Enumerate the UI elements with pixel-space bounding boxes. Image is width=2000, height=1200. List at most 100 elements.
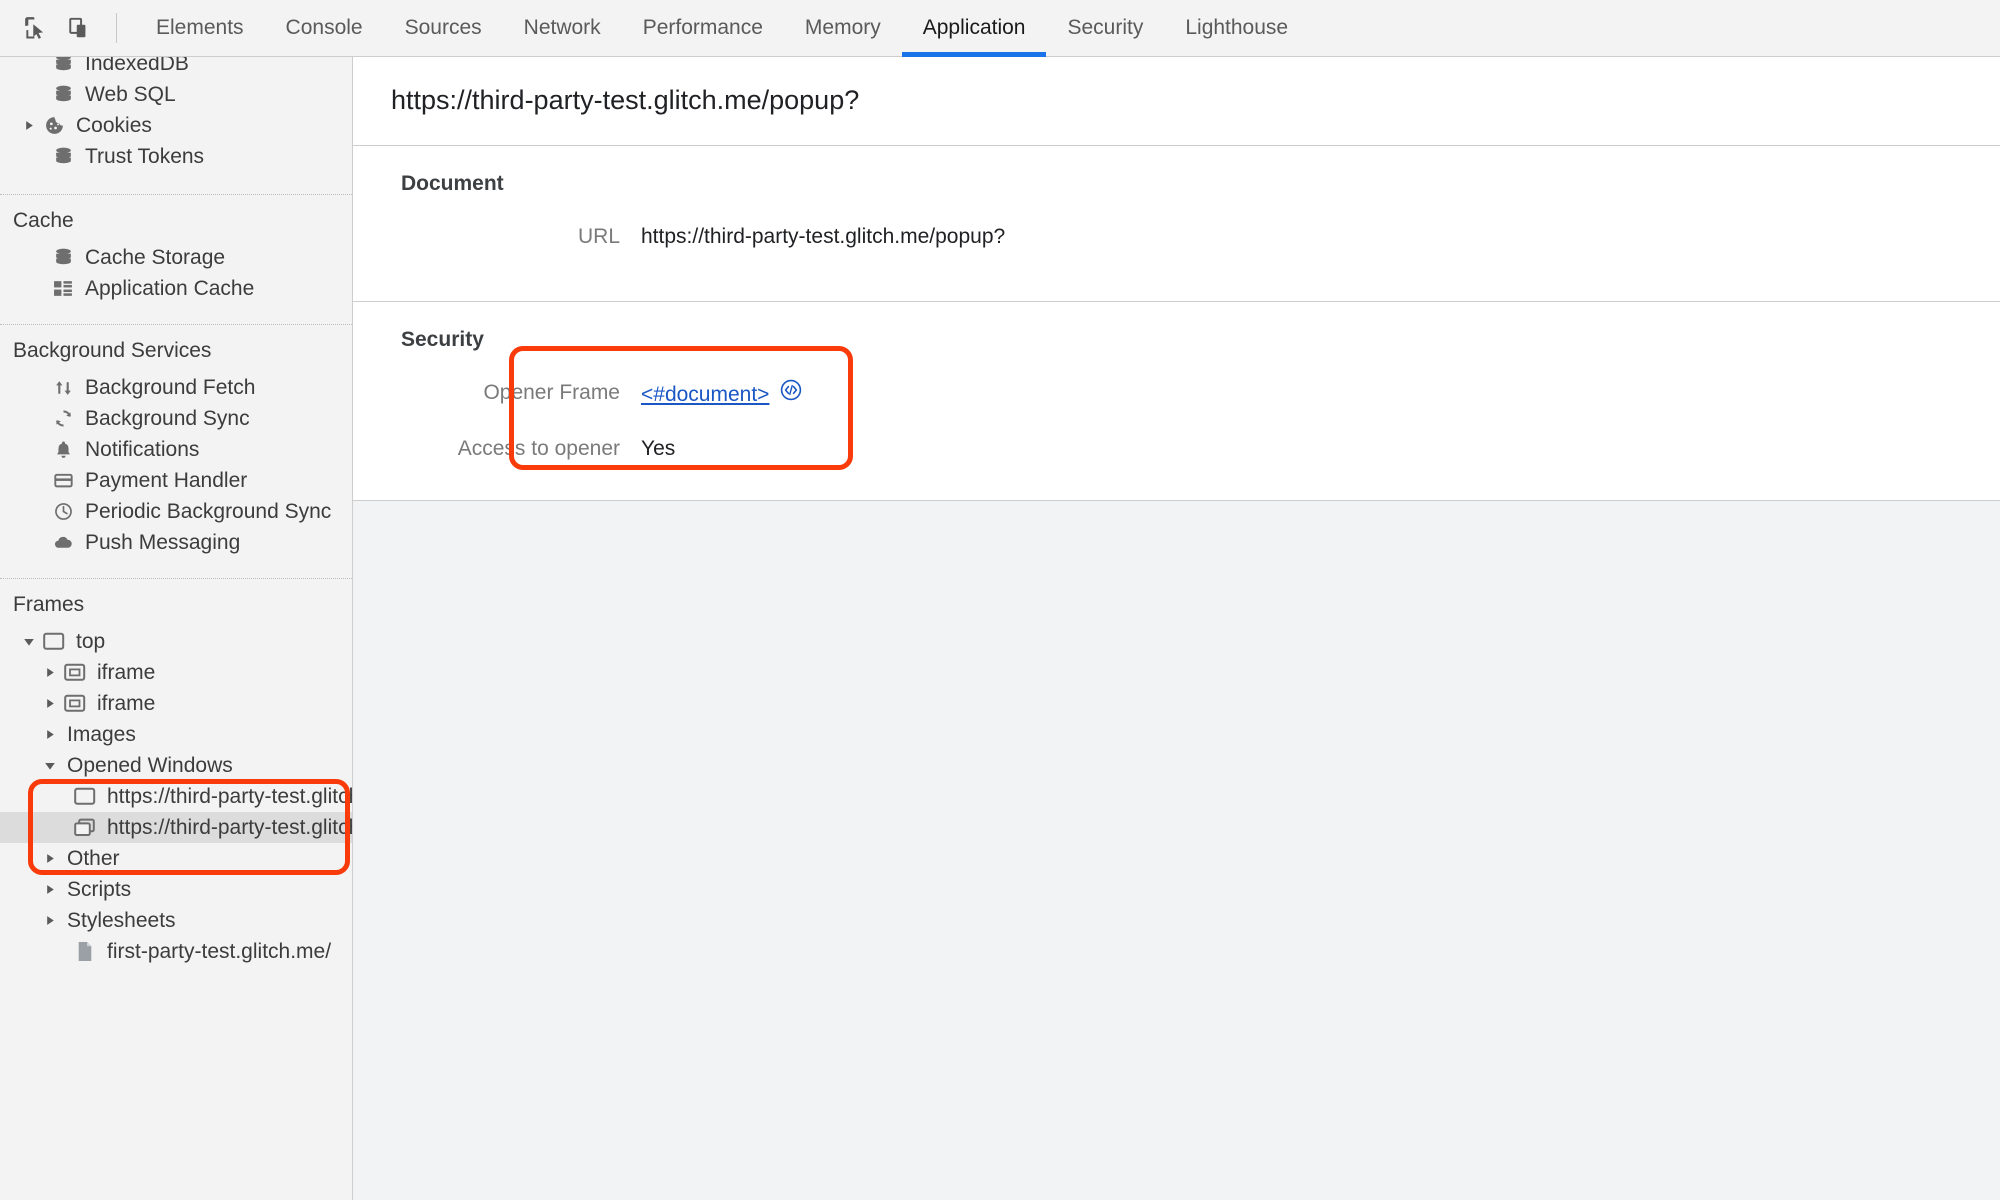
tab-elements[interactable]: Elements bbox=[135, 0, 265, 57]
frames-tree-item-opened-window-selected[interactable]: https://third-party-test.glitch. bbox=[0, 812, 352, 843]
security-section-title: Security bbox=[401, 328, 484, 351]
frames-tree-item-iframe[interactable]: iframe bbox=[0, 657, 352, 688]
bell-icon bbox=[50, 439, 76, 461]
frames-tree-item-stylesheet-file[interactable]: first-party-test.glitch.me/ bbox=[0, 936, 352, 967]
tab-network[interactable]: Network bbox=[503, 0, 622, 57]
sidebar-item-cookies[interactable]: Cookies bbox=[0, 110, 352, 141]
access-to-opener-value: Yes bbox=[641, 437, 676, 460]
chevron-right-icon[interactable] bbox=[42, 696, 58, 712]
cache-group-title: Cache bbox=[13, 209, 74, 232]
document-url-key: URL bbox=[577, 225, 620, 248]
sidebar-item-background-sync[interactable]: Background Sync bbox=[0, 403, 352, 434]
sidebar-item-web-sql[interactable]: Web SQL bbox=[0, 79, 352, 110]
frame-icon bbox=[72, 786, 98, 808]
frames-tree-item-images[interactable]: Images bbox=[0, 719, 352, 750]
panel-empty-area bbox=[353, 501, 2000, 1200]
security-section: Security Opener Frame <#document> Access… bbox=[353, 302, 2000, 501]
frames-tree-item-opened-window[interactable]: https://third-party-test.glitch. bbox=[0, 781, 352, 812]
opener-frame-value: <#document> bbox=[641, 379, 802, 407]
sidebar-item-indexeddb[interactable]: IndexedDB bbox=[0, 57, 352, 79]
frames-tree-item-scripts[interactable]: Scripts bbox=[0, 874, 352, 905]
frames-tree-item-label: first-party-test.glitch.me/ bbox=[107, 939, 332, 963]
frames-tree-item-label: Opened Windows bbox=[67, 753, 233, 777]
frame-icon bbox=[41, 631, 67, 653]
application-sidebar[interactable]: IndexedDB Web SQL Cookies Trust Tokens C… bbox=[0, 57, 353, 1200]
inspect-cursor-icon[interactable] bbox=[14, 6, 58, 50]
clock-icon bbox=[50, 501, 76, 523]
document-rows: URL https://third-party-test.glitch.me/p… bbox=[353, 218, 2000, 256]
sidebar-item-periodic-background-sync[interactable]: Periodic Background Sync bbox=[0, 496, 352, 527]
code-icon[interactable] bbox=[780, 379, 802, 401]
tab-sources[interactable]: Sources bbox=[384, 0, 503, 57]
frames-tree-item-stylesheets[interactable]: Stylesheets bbox=[0, 905, 352, 936]
chevron-right-icon[interactable] bbox=[42, 913, 58, 929]
opener-frame-row: Opener Frame <#document> bbox=[353, 374, 2000, 412]
devtools-toolbar: Elements Console Sources Network Perform… bbox=[0, 0, 2000, 57]
frames-section: Frames top iframe iframe Images Opened W… bbox=[0, 579, 352, 967]
sidebar-item-label: Periodic Background Sync bbox=[85, 499, 332, 523]
chevron-right-icon[interactable] bbox=[42, 665, 58, 681]
iframe-icon bbox=[62, 693, 88, 715]
security-rows: Opener Frame <#document> Access to opene… bbox=[353, 346, 2000, 470]
access-to-opener-key: Access to opener bbox=[457, 437, 620, 460]
frames-tree-item-top[interactable]: top bbox=[0, 626, 352, 657]
devtools-window: Elements Console Sources Network Perform… bbox=[0, 0, 2000, 1200]
document-icon bbox=[72, 941, 98, 963]
chevron-down-icon[interactable] bbox=[42, 758, 58, 774]
sidebar-item-label: Web SQL bbox=[85, 82, 176, 106]
sidebar-item-label: Trust Tokens bbox=[85, 144, 205, 168]
cookie-icon bbox=[41, 115, 67, 137]
document-url-value: https://third-party-test.glitch.me/popup… bbox=[641, 225, 1006, 248]
toolbar-divider bbox=[116, 13, 117, 43]
sidebar-item-notifications[interactable]: Notifications bbox=[0, 434, 352, 465]
frames-tree-item-label: Other bbox=[67, 846, 120, 870]
frames-tree-item-label: Stylesheets bbox=[67, 908, 176, 932]
device-toolbar-icon[interactable] bbox=[58, 6, 102, 50]
storage-section: IndexedDB Web SQL Cookies Trust Tokens bbox=[0, 57, 352, 172]
tab-memory[interactable]: Memory bbox=[784, 0, 902, 57]
chevron-right-icon[interactable] bbox=[42, 882, 58, 898]
sidebar-item-background-fetch[interactable]: Background Fetch bbox=[0, 372, 352, 403]
chevron-right-icon[interactable] bbox=[42, 851, 58, 867]
updown-arrows-icon bbox=[50, 377, 76, 399]
background-services-section: Background Services Background Fetch Bac… bbox=[0, 325, 352, 558]
opener-frame-key: Opener Frame bbox=[483, 381, 620, 404]
sidebar-item-push-messaging[interactable]: Push Messaging bbox=[0, 527, 352, 558]
grid-icon bbox=[50, 278, 76, 300]
content-split: IndexedDB Web SQL Cookies Trust Tokens C… bbox=[0, 57, 2000, 1200]
windows-icon bbox=[72, 817, 98, 839]
chevron-right-icon[interactable] bbox=[21, 118, 37, 134]
sidebar-item-payment-handler[interactable]: Payment Handler bbox=[0, 465, 352, 496]
frames-tree-item-label: iframe bbox=[97, 691, 156, 715]
tab-security[interactable]: Security bbox=[1046, 0, 1164, 57]
frame-details-panel: https://third-party-test.glitch.me/popup… bbox=[353, 57, 2000, 1200]
tab-performance[interactable]: Performance bbox=[622, 0, 784, 57]
tab-lighthouse[interactable]: Lighthouse bbox=[1164, 0, 1309, 57]
frames-tree-item-label: https://third-party-test.glitch. bbox=[107, 784, 352, 808]
sidebar-item-label: Push Messaging bbox=[85, 530, 241, 554]
sidebar-item-application-cache[interactable]: Application Cache bbox=[0, 273, 352, 304]
panel-spacer bbox=[353, 260, 2000, 273]
frames-tree-item-iframe[interactable]: iframe bbox=[0, 688, 352, 719]
chevron-down-icon[interactable] bbox=[21, 634, 37, 650]
tab-application[interactable]: Application bbox=[901, 0, 1047, 57]
frames-tree-item-other[interactable]: Other bbox=[0, 843, 352, 874]
opener-frame-link[interactable]: <#document> bbox=[641, 383, 769, 407]
database-icon bbox=[50, 146, 76, 168]
sidebar-item-label: Payment Handler bbox=[85, 468, 248, 492]
sidebar-item-label: Background Sync bbox=[85, 406, 250, 430]
frames-tree-item-opened-windows[interactable]: Opened Windows bbox=[0, 750, 352, 781]
sidebar-item-trust-tokens[interactable]: Trust Tokens bbox=[0, 141, 352, 172]
frames-tree-item-label: https://third-party-test.glitch. bbox=[107, 815, 352, 839]
database-icon bbox=[50, 57, 76, 75]
panel-tabs: Elements Console Sources Network Perform… bbox=[135, 0, 1309, 57]
page-title: https://third-party-test.glitch.me/popup… bbox=[391, 85, 860, 115]
sidebar-item-label: Cookies bbox=[76, 113, 152, 137]
frame-details-header: https://third-party-test.glitch.me/popup… bbox=[353, 57, 2000, 146]
cache-section: Cache Cache Storage Application Cache bbox=[0, 195, 352, 304]
sidebar-item-cache-storage[interactable]: Cache Storage bbox=[0, 242, 352, 273]
chevron-right-icon[interactable] bbox=[42, 727, 58, 743]
tab-console[interactable]: Console bbox=[265, 0, 384, 57]
sidebar-item-label: IndexedDB bbox=[85, 57, 189, 75]
credit-card-icon bbox=[50, 470, 76, 492]
